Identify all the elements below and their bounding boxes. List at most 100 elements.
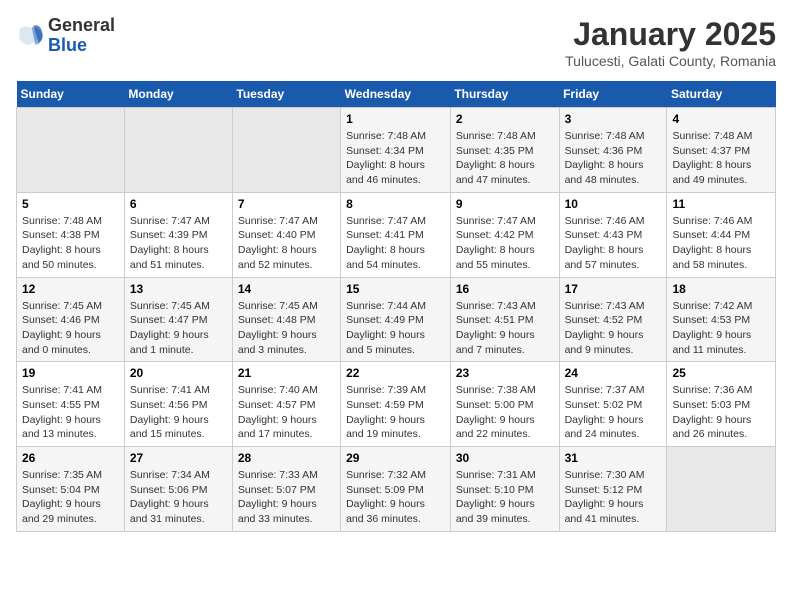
day-detail: Sunrise: 7:44 AM Sunset: 4:49 PM Dayligh…: [346, 299, 445, 358]
calendar-week-row: 12 Sunrise: 7:45 AM Sunset: 4:46 PM Dayl…: [17, 277, 776, 362]
day-number: 28: [238, 451, 335, 465]
day-number: 13: [130, 282, 227, 296]
day-detail: Sunrise: 7:40 AM Sunset: 4:57 PM Dayligh…: [238, 383, 335, 442]
day-number: 15: [346, 282, 445, 296]
day-detail: Sunrise: 7:46 AM Sunset: 4:44 PM Dayligh…: [672, 214, 770, 273]
day-number: 31: [565, 451, 662, 465]
day-detail: Sunrise: 7:46 AM Sunset: 4:43 PM Dayligh…: [565, 214, 662, 273]
calendar-day-cell: 19 Sunrise: 7:41 AM Sunset: 4:55 PM Dayl…: [17, 362, 125, 447]
calendar-day-cell: 5 Sunrise: 7:48 AM Sunset: 4:38 PM Dayli…: [17, 192, 125, 277]
calendar-day-cell: 1 Sunrise: 7:48 AM Sunset: 4:34 PM Dayli…: [341, 108, 451, 193]
month-title: January 2025: [565, 16, 776, 53]
calendar-day-cell: [17, 108, 125, 193]
calendar-day-cell: 8 Sunrise: 7:47 AM Sunset: 4:41 PM Dayli…: [341, 192, 451, 277]
location-subtitle: Tulucesti, Galati County, Romania: [565, 53, 776, 69]
calendar-day-cell: [124, 108, 232, 193]
day-number: 2: [456, 112, 554, 126]
calendar-day-cell: 16 Sunrise: 7:43 AM Sunset: 4:51 PM Dayl…: [450, 277, 559, 362]
day-number: 20: [130, 366, 227, 380]
calendar-day-cell: 28 Sunrise: 7:33 AM Sunset: 5:07 PM Dayl…: [232, 447, 340, 532]
calendar-table: SundayMondayTuesdayWednesdayThursdayFrid…: [16, 81, 776, 532]
weekday-header-cell: Tuesday: [232, 81, 340, 108]
day-detail: Sunrise: 7:38 AM Sunset: 5:00 PM Dayligh…: [456, 383, 554, 442]
day-number: 21: [238, 366, 335, 380]
weekday-header-cell: Friday: [559, 81, 667, 108]
day-number: 16: [456, 282, 554, 296]
calendar-day-cell: 25 Sunrise: 7:36 AM Sunset: 5:03 PM Dayl…: [667, 362, 776, 447]
logo: General Blue: [16, 16, 115, 56]
weekday-header-cell: Monday: [124, 81, 232, 108]
day-number: 3: [565, 112, 662, 126]
day-number: 30: [456, 451, 554, 465]
header: General Blue January 2025 Tulucesti, Gal…: [16, 16, 776, 69]
logo-text: General Blue: [48, 16, 115, 56]
calendar-day-cell: 20 Sunrise: 7:41 AM Sunset: 4:56 PM Dayl…: [124, 362, 232, 447]
weekday-header-cell: Sunday: [17, 81, 125, 108]
calendar-day-cell: 18 Sunrise: 7:42 AM Sunset: 4:53 PM Dayl…: [667, 277, 776, 362]
day-number: 24: [565, 366, 662, 380]
day-detail: Sunrise: 7:35 AM Sunset: 5:04 PM Dayligh…: [22, 468, 119, 527]
calendar-day-cell: 31 Sunrise: 7:30 AM Sunset: 5:12 PM Dayl…: [559, 447, 667, 532]
weekday-header-cell: Wednesday: [341, 81, 451, 108]
day-detail: Sunrise: 7:47 AM Sunset: 4:40 PM Dayligh…: [238, 214, 335, 273]
calendar-week-row: 5 Sunrise: 7:48 AM Sunset: 4:38 PM Dayli…: [17, 192, 776, 277]
day-detail: Sunrise: 7:34 AM Sunset: 5:06 PM Dayligh…: [130, 468, 227, 527]
day-detail: Sunrise: 7:48 AM Sunset: 4:36 PM Dayligh…: [565, 129, 662, 188]
day-detail: Sunrise: 7:47 AM Sunset: 4:41 PM Dayligh…: [346, 214, 445, 273]
calendar-day-cell: 6 Sunrise: 7:47 AM Sunset: 4:39 PM Dayli…: [124, 192, 232, 277]
weekday-header-cell: Thursday: [450, 81, 559, 108]
day-number: 7: [238, 197, 335, 211]
calendar-day-cell: 27 Sunrise: 7:34 AM Sunset: 5:06 PM Dayl…: [124, 447, 232, 532]
day-detail: Sunrise: 7:43 AM Sunset: 4:52 PM Dayligh…: [565, 299, 662, 358]
day-detail: Sunrise: 7:37 AM Sunset: 5:02 PM Dayligh…: [565, 383, 662, 442]
calendar-day-cell: 12 Sunrise: 7:45 AM Sunset: 4:46 PM Dayl…: [17, 277, 125, 362]
calendar-day-cell: [667, 447, 776, 532]
day-number: 9: [456, 197, 554, 211]
day-number: 8: [346, 197, 445, 211]
day-detail: Sunrise: 7:47 AM Sunset: 4:39 PM Dayligh…: [130, 214, 227, 273]
calendar-day-cell: 14 Sunrise: 7:45 AM Sunset: 4:48 PM Dayl…: [232, 277, 340, 362]
day-detail: Sunrise: 7:42 AM Sunset: 4:53 PM Dayligh…: [672, 299, 770, 358]
day-detail: Sunrise: 7:39 AM Sunset: 4:59 PM Dayligh…: [346, 383, 445, 442]
day-detail: Sunrise: 7:41 AM Sunset: 4:55 PM Dayligh…: [22, 383, 119, 442]
day-detail: Sunrise: 7:48 AM Sunset: 4:34 PM Dayligh…: [346, 129, 445, 188]
day-number: 22: [346, 366, 445, 380]
day-detail: Sunrise: 7:41 AM Sunset: 4:56 PM Dayligh…: [130, 383, 227, 442]
calendar-body: 1 Sunrise: 7:48 AM Sunset: 4:34 PM Dayli…: [17, 108, 776, 532]
day-detail: Sunrise: 7:47 AM Sunset: 4:42 PM Dayligh…: [456, 214, 554, 273]
day-number: 5: [22, 197, 119, 211]
day-detail: Sunrise: 7:31 AM Sunset: 5:10 PM Dayligh…: [456, 468, 554, 527]
day-detail: Sunrise: 7:45 AM Sunset: 4:48 PM Dayligh…: [238, 299, 335, 358]
day-detail: Sunrise: 7:32 AM Sunset: 5:09 PM Dayligh…: [346, 468, 445, 527]
calendar-day-cell: 3 Sunrise: 7:48 AM Sunset: 4:36 PM Dayli…: [559, 108, 667, 193]
day-number: 19: [22, 366, 119, 380]
day-number: 26: [22, 451, 119, 465]
calendar-day-cell: 7 Sunrise: 7:47 AM Sunset: 4:40 PM Dayli…: [232, 192, 340, 277]
day-detail: Sunrise: 7:45 AM Sunset: 4:46 PM Dayligh…: [22, 299, 119, 358]
calendar-day-cell: 9 Sunrise: 7:47 AM Sunset: 4:42 PM Dayli…: [450, 192, 559, 277]
day-number: 6: [130, 197, 227, 211]
day-number: 12: [22, 282, 119, 296]
calendar-day-cell: 22 Sunrise: 7:39 AM Sunset: 4:59 PM Dayl…: [341, 362, 451, 447]
calendar-day-cell: 15 Sunrise: 7:44 AM Sunset: 4:49 PM Dayl…: [341, 277, 451, 362]
calendar-week-row: 1 Sunrise: 7:48 AM Sunset: 4:34 PM Dayli…: [17, 108, 776, 193]
calendar-day-cell: [232, 108, 340, 193]
day-number: 23: [456, 366, 554, 380]
day-detail: Sunrise: 7:45 AM Sunset: 4:47 PM Dayligh…: [130, 299, 227, 358]
day-number: 25: [672, 366, 770, 380]
calendar-day-cell: 13 Sunrise: 7:45 AM Sunset: 4:47 PM Dayl…: [124, 277, 232, 362]
calendar-week-row: 19 Sunrise: 7:41 AM Sunset: 4:55 PM Dayl…: [17, 362, 776, 447]
calendar-day-cell: 30 Sunrise: 7:31 AM Sunset: 5:10 PM Dayl…: [450, 447, 559, 532]
day-detail: Sunrise: 7:30 AM Sunset: 5:12 PM Dayligh…: [565, 468, 662, 527]
calendar-week-row: 26 Sunrise: 7:35 AM Sunset: 5:04 PM Dayl…: [17, 447, 776, 532]
calendar-day-cell: 17 Sunrise: 7:43 AM Sunset: 4:52 PM Dayl…: [559, 277, 667, 362]
calendar-day-cell: 24 Sunrise: 7:37 AM Sunset: 5:02 PM Dayl…: [559, 362, 667, 447]
calendar-day-cell: 21 Sunrise: 7:40 AM Sunset: 4:57 PM Dayl…: [232, 362, 340, 447]
logo-icon: [16, 22, 44, 50]
calendar-day-cell: 29 Sunrise: 7:32 AM Sunset: 5:09 PM Dayl…: [341, 447, 451, 532]
day-detail: Sunrise: 7:36 AM Sunset: 5:03 PM Dayligh…: [672, 383, 770, 442]
calendar-day-cell: 10 Sunrise: 7:46 AM Sunset: 4:43 PM Dayl…: [559, 192, 667, 277]
day-number: 14: [238, 282, 335, 296]
calendar-day-cell: 4 Sunrise: 7:48 AM Sunset: 4:37 PM Dayli…: [667, 108, 776, 193]
day-detail: Sunrise: 7:43 AM Sunset: 4:51 PM Dayligh…: [456, 299, 554, 358]
